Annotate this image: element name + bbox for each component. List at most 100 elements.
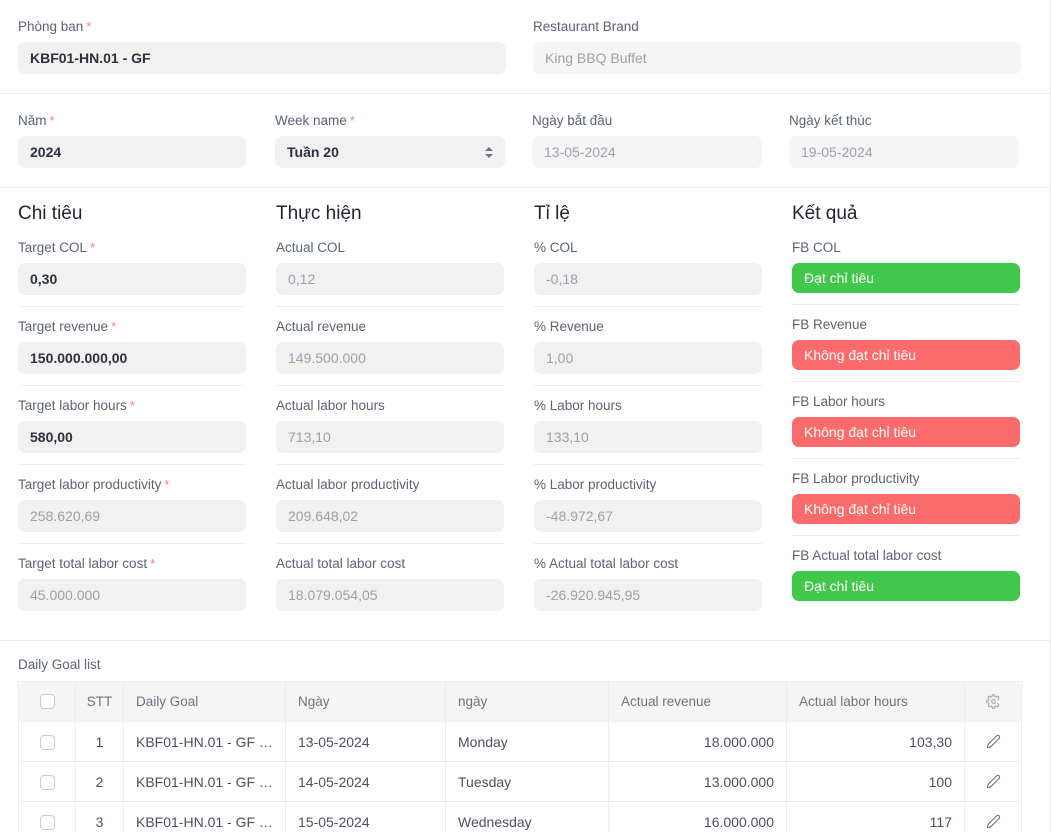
field-value-restaurant-brand[interactable]: King BBQ Buffet	[533, 42, 1021, 74]
column-header-date[interactable]: Ngày	[285, 681, 446, 722]
metric-value-text: 0,30	[30, 271, 58, 287]
select-all-header	[18, 681, 76, 722]
cell-day: Tuesday	[445, 761, 609, 802]
metric-value-text: 0,12	[288, 271, 316, 287]
field-value-week-name[interactable]: Tuần 20	[275, 136, 505, 168]
cell-hours: 100	[786, 761, 965, 802]
cell-date: 14-05-2024	[285, 761, 446, 802]
field-end-date: Ngày kết thúc 19-05-2024	[789, 112, 1019, 168]
cell-revenue: 18.000.000	[608, 721, 787, 762]
table-row[interactable]: 3 KBF01-HN.01 - GF - 2... 15-05-2024 Wednes…	[18, 801, 1022, 832]
pencil-icon[interactable]	[982, 771, 1004, 793]
metric-value[interactable]: 149.500.000	[276, 342, 504, 374]
metric-value[interactable]: -26.920.945,95	[534, 579, 762, 611]
row-checkbox[interactable]	[39, 734, 55, 750]
field-label-department: Phòng ban *	[18, 19, 92, 34]
metric-label: % COL	[534, 240, 578, 255]
metric-value[interactable]: 18.079.054,05	[276, 579, 504, 611]
metric-label: Target COL *	[18, 240, 96, 255]
metric-value-text: 580,00	[30, 429, 73, 445]
cell-goal: KBF01-HN.01 - GF - 2...	[123, 761, 286, 802]
required-marker: *	[49, 113, 55, 128]
metrics-column-ratios: Tỉ lệ % COL -0,18 % Revenue 1,00 % Labor hour…	[534, 202, 792, 622]
metric-value[interactable]: -48.972,67	[534, 500, 762, 532]
field-value-start-date[interactable]: 13-05-2024	[532, 136, 762, 168]
field-text-year: 2024	[30, 144, 62, 160]
metric-value[interactable]: 150.000.000,00	[18, 342, 246, 374]
required-marker: *	[164, 477, 170, 492]
field-text-department: KBF01-HN.01 - GF	[30, 50, 151, 66]
cell-goal: KBF01-HN.01 - GF - 2...	[123, 801, 286, 832]
field-label-week-name: Week name *	[275, 113, 355, 128]
metric-label: Actual revenue	[276, 319, 367, 334]
metric-value[interactable]: 0,30	[18, 263, 246, 295]
metric-label: Actual labor productivity	[276, 477, 420, 492]
field-restaurant-brand: Restaurant Brand King BBQ Buffet	[533, 18, 1021, 74]
gear-icon[interactable]	[982, 691, 1004, 713]
metric-label: FB Labor productivity	[792, 471, 920, 486]
metrics-column-actuals: Thực hiện Actual COL 0,12 Actual revenue 149…	[276, 202, 534, 622]
pencil-icon[interactable]	[982, 811, 1004, 832]
metric-value-text: 1,00	[546, 350, 574, 366]
metric-value[interactable]: 209.648,02	[276, 500, 504, 532]
metric-row-results-1: FB Revenue Không đạt chỉ tiêu	[792, 304, 1020, 381]
metric-row-actuals-3: Actual labor productivity 209.648,02	[276, 464, 504, 543]
metric-value[interactable]: 45.000.000	[18, 579, 246, 611]
cell-goal: KBF01-HN.01 - GF - 2...	[123, 721, 286, 762]
metric-row-ratios-2: % Labor hours 133,10	[534, 385, 762, 464]
column-header-revenue[interactable]: Actual revenue	[608, 681, 787, 722]
metric-value[interactable]: 713,10	[276, 421, 504, 453]
field-value-end-date[interactable]: 19-05-2024	[789, 136, 1019, 168]
field-start-date: Ngày bắt đầu 13-05-2024	[532, 112, 762, 168]
required-marker: *	[111, 319, 117, 334]
pencil-icon[interactable]	[982, 731, 1004, 753]
required-marker: *	[349, 113, 355, 128]
daily-goal-list-section: Daily Goal list STT Daily Goal Ngày ngày Act…	[0, 641, 1050, 832]
row-checkbox[interactable]	[39, 774, 55, 790]
metric-value-text: -0,18	[546, 271, 578, 287]
field-label-restaurant-brand: Restaurant Brand	[533, 19, 639, 34]
metric-row-targets-2: Target labor hours * 580,00	[18, 385, 246, 464]
metric-label: Actual labor hours	[276, 398, 385, 413]
column-header-hours[interactable]: Actual labor hours	[786, 681, 965, 722]
status-badge-label: Không đạt chỉ tiêu	[804, 347, 917, 363]
metric-value-text: 209.648,02	[288, 508, 359, 524]
row-select-cell	[18, 801, 76, 832]
field-text-start-date: 13-05-2024	[544, 144, 616, 160]
cell-date: 15-05-2024	[285, 801, 446, 832]
field-value-year[interactable]: 2024	[18, 136, 246, 168]
metric-label: FB Labor hours	[792, 394, 886, 409]
status-badge: Không đạt chỉ tiêu	[792, 494, 1020, 524]
metric-value[interactable]: 133,10	[534, 421, 762, 453]
metrics-column-targets: Chi tiêu Target COL * 0,30 Target revenue * 15…	[18, 202, 276, 622]
field-value-department[interactable]: KBF01-HN.01 - GF	[18, 42, 506, 74]
metric-value[interactable]: 580,00	[18, 421, 246, 453]
column-header-stt[interactable]: STT	[75, 681, 124, 722]
table-row[interactable]: 2 KBF01-HN.01 - GF - 2... 14-05-2024 Tuesda…	[18, 761, 1022, 802]
metric-value[interactable]: -0,18	[534, 263, 762, 295]
chevron-updown-icon[interactable]	[484, 144, 494, 160]
row-edit-cell	[964, 761, 1022, 802]
status-badge-label: Không đạt chỉ tiêu	[804, 424, 917, 440]
metric-value[interactable]: 258.620,69	[18, 500, 246, 532]
select-all-checkbox[interactable]	[39, 694, 55, 710]
row-checkbox[interactable]	[39, 814, 55, 830]
table-settings-header	[964, 681, 1022, 722]
cell-revenue: 13.000.000	[608, 761, 787, 802]
column-header-day[interactable]: ngày	[445, 681, 609, 722]
metric-row-ratios-4: % Actual total labor cost -26.920.945,95	[534, 543, 762, 622]
table-row[interactable]: 1 KBF01-HN.01 - GF - 2... 13-05-2024 Monday…	[18, 721, 1022, 762]
cell-stt: 3	[75, 801, 124, 832]
row-select-cell	[18, 721, 76, 762]
cell-revenue: 16.000.000	[608, 801, 787, 832]
metric-label: Actual COL	[276, 240, 346, 255]
status-badge-label: Không đạt chỉ tiêu	[804, 501, 917, 517]
metric-value[interactable]: 0,12	[276, 263, 504, 295]
cell-hours: 103,30	[786, 721, 965, 762]
column-header-goal[interactable]: Daily Goal	[123, 681, 286, 722]
metric-value[interactable]: 1,00	[534, 342, 762, 374]
metric-row-actuals-1: Actual revenue 149.500.000	[276, 306, 504, 385]
metrics-grid: Chi tiêu Target COL * 0,30 Target revenue * 15…	[0, 188, 1050, 641]
metric-label: FB Revenue	[792, 317, 868, 332]
metric-row-results-2: FB Labor hours Không đạt chỉ tiêu	[792, 381, 1020, 458]
